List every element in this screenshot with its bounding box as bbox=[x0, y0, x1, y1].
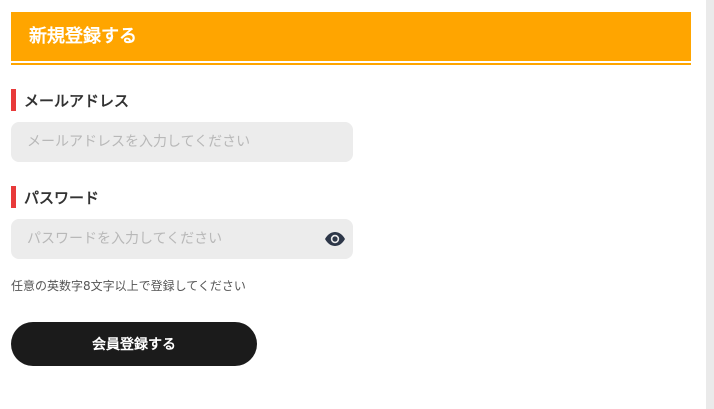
header-bar: 新規登録する bbox=[11, 12, 691, 63]
page-scrollbar-track[interactable] bbox=[706, 0, 714, 409]
page-header: 新規登録する bbox=[11, 12, 691, 65]
password-field[interactable] bbox=[11, 219, 353, 259]
email-label: メールアドレス bbox=[11, 89, 129, 111]
email-label-text: メールアドレス bbox=[24, 91, 130, 110]
password-hint: 任意の英数字8文字以上で登録してください bbox=[11, 279, 246, 293]
password-label-marker bbox=[11, 186, 16, 208]
password-visibility-toggle[interactable] bbox=[323, 229, 347, 249]
register-button[interactable]: 会員登録する bbox=[11, 322, 257, 366]
email-label-marker bbox=[11, 89, 16, 111]
email-field[interactable] bbox=[11, 122, 353, 162]
password-label-text: パスワード bbox=[24, 188, 100, 207]
eye-icon bbox=[325, 232, 345, 246]
page-title: 新規登録する bbox=[29, 26, 137, 47]
password-label: パスワード bbox=[11, 186, 99, 208]
